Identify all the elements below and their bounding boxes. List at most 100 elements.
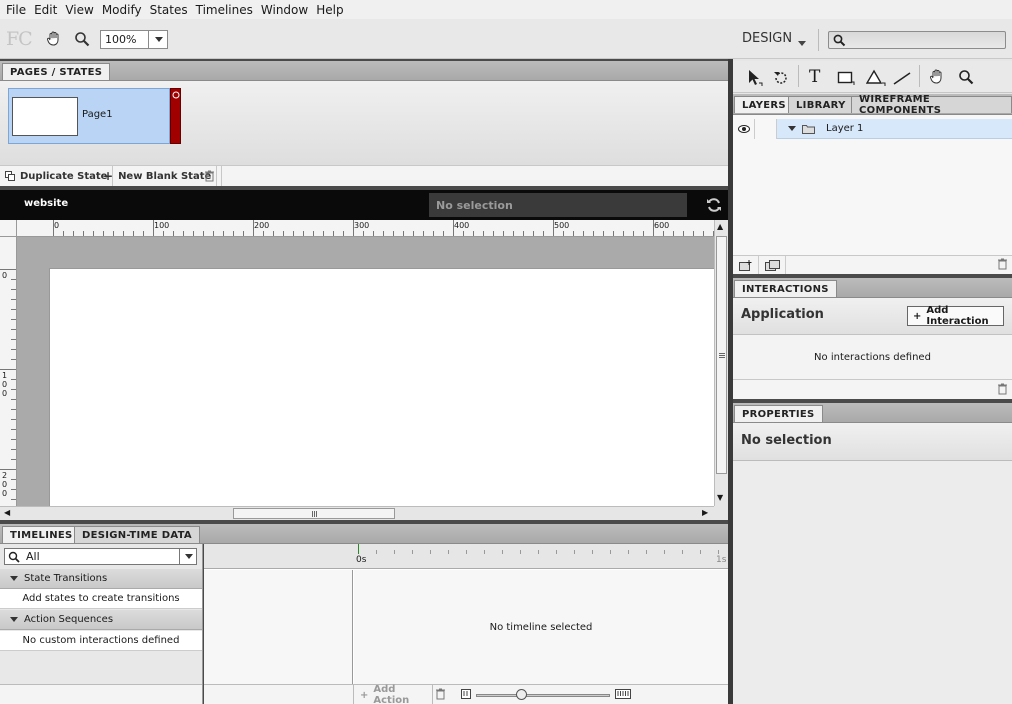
workspace-switcher[interactable]: DESIGN xyxy=(742,31,792,46)
hand-tool-icon[interactable] xyxy=(45,30,63,51)
menu-modify[interactable]: Modify xyxy=(98,3,146,17)
selection-breadcrumb: No selection xyxy=(429,193,687,217)
horizontal-scroll-thumb[interactable] xyxy=(233,508,395,519)
delete-state-button[interactable] xyxy=(198,166,222,186)
state-accent-bar[interactable] xyxy=(170,88,181,144)
duplicate-icon xyxy=(5,170,15,181)
trash-icon[interactable] xyxy=(997,258,1008,273)
timeline-filter-select[interactable]: All xyxy=(4,548,197,565)
line-tool-icon[interactable] xyxy=(893,71,911,88)
horizontal-scrollbar[interactable]: ◀ ▶ xyxy=(0,506,714,520)
trash-icon[interactable] xyxy=(997,383,1008,398)
track-labels xyxy=(204,570,353,684)
menu-states[interactable]: States xyxy=(146,3,192,17)
vertical-scroll-thumb[interactable] xyxy=(716,236,727,474)
ruler-h-label: 200 xyxy=(254,221,270,230)
folder-icon xyxy=(802,125,815,134)
design-stage[interactable] xyxy=(17,237,714,506)
menu-help[interactable]: Help xyxy=(312,3,347,17)
ruler-h-label: 500 xyxy=(554,221,570,230)
menu-file[interactable]: File xyxy=(2,3,30,17)
select-tool-icon[interactable] xyxy=(747,69,763,90)
menu-bar: File Edit View Modify States Timelines W… xyxy=(0,0,1012,19)
tab-wireframe-components[interactable]: WIREFRAME COMPONENTS xyxy=(851,94,1012,116)
zoom-dropdown-icon[interactable] xyxy=(148,30,168,49)
ruler-h-label: 300 xyxy=(354,221,370,230)
layer-row[interactable]: Layer 1 xyxy=(733,119,1012,139)
search-icon xyxy=(8,551,20,563)
triangle-tool-icon[interactable] xyxy=(865,69,886,90)
refresh-icon[interactable] xyxy=(705,196,723,217)
menu-edit[interactable]: Edit xyxy=(30,3,61,17)
vertical-scrollbar[interactable]: ▲ ▼ xyxy=(714,220,728,506)
transform-tool-icon[interactable] xyxy=(773,70,789,89)
add-action-label: Add Action xyxy=(373,684,410,704)
timeline-zoom-slider[interactable] xyxy=(476,694,610,697)
timeline-zoom-handle[interactable] xyxy=(516,689,527,700)
timelines-list: All State Transitions Add states to crea… xyxy=(0,544,203,704)
trash-icon xyxy=(205,170,214,182)
artboard[interactable] xyxy=(50,269,714,506)
duplicate-state-button[interactable]: Duplicate State xyxy=(0,166,114,186)
vertical-ruler: 0 100 200 xyxy=(0,237,17,506)
playhead[interactable] xyxy=(358,544,359,554)
chevron-down-icon[interactable] xyxy=(179,549,197,564)
tab-pages-states[interactable]: PAGES / STATES xyxy=(2,63,111,80)
properties-selection: No selection xyxy=(741,433,832,448)
menu-timelines[interactable]: Timelines xyxy=(192,3,257,17)
properties-tabstrip: PROPERTIES xyxy=(733,403,1012,423)
state-thumbnail[interactable]: Page1 xyxy=(8,88,170,144)
menu-window[interactable]: Window xyxy=(257,3,312,17)
menu-view[interactable]: View xyxy=(61,3,97,17)
lock-toggle[interactable] xyxy=(755,119,777,139)
scroll-up-icon[interactable]: ▲ xyxy=(717,222,723,231)
tools-divider xyxy=(798,65,799,87)
panel-separator[interactable] xyxy=(733,274,1012,278)
text-tool-icon[interactable]: T xyxy=(809,67,820,87)
zoom-out-timeline-icon[interactable] xyxy=(461,689,471,702)
thumb-grip xyxy=(312,511,313,517)
timeline-track-area: 0s 1s No timeline selected + Add Action xyxy=(204,544,728,704)
hand-tool-icon[interactable] xyxy=(928,68,946,89)
interactions-panel: INTERACTIONS Application + Add Interacti… xyxy=(733,278,1012,399)
state-preview xyxy=(12,97,78,136)
new-sublayer-icon[interactable] xyxy=(759,256,786,274)
tab-design-time-data[interactable]: DESIGN-TIME DATA xyxy=(74,526,200,543)
ruler-corner xyxy=(0,220,17,237)
state-transitions-header[interactable]: State Transitions xyxy=(0,569,202,589)
interactions-button-bar xyxy=(733,379,1012,399)
tab-layers[interactable]: LAYERS xyxy=(734,96,794,113)
no-timeline-message: No timeline selected xyxy=(354,570,728,684)
rectangle-tool-icon[interactable] xyxy=(837,70,855,89)
eye-icon[interactable] xyxy=(733,119,755,139)
tab-properties[interactable]: PROPERTIES xyxy=(734,405,823,422)
right-column: T LAYERS LIBRARY WIREFRAME COMPONENTS La… xyxy=(733,59,1012,704)
tab-timelines[interactable]: TIMELINES xyxy=(2,526,81,543)
new-layer-icon[interactable] xyxy=(733,256,759,274)
layer-selected-bg: Layer 1 xyxy=(777,119,1012,139)
add-interaction-label: Add Interaction xyxy=(926,305,989,327)
add-action-button[interactable]: + Add Action xyxy=(353,684,433,704)
trash-icon[interactable] xyxy=(435,688,446,703)
interaction-target: Application xyxy=(741,307,824,322)
collapse-arrow-icon xyxy=(10,576,18,581)
action-sequences-header[interactable]: Action Sequences xyxy=(0,610,202,630)
scroll-down-icon[interactable]: ▼ xyxy=(717,493,723,502)
main-toolbar: FC 100% DESIGN xyxy=(0,19,1012,59)
layers-panel: LAYERS LIBRARY WIREFRAME COMPONENTS Laye… xyxy=(733,94,1012,274)
zoom-tool-icon[interactable] xyxy=(74,31,90,50)
zoom-in-timeline-icon[interactable] xyxy=(615,689,631,702)
panel-separator[interactable] xyxy=(733,399,1012,403)
tab-interactions[interactable]: INTERACTIONS xyxy=(734,280,837,297)
states-strip: Page1 xyxy=(0,81,728,165)
collapse-arrow-icon xyxy=(10,617,18,622)
scroll-right-icon[interactable]: ▶ xyxy=(702,508,708,517)
tools-divider xyxy=(919,65,920,87)
timelines-footer xyxy=(0,684,202,704)
tab-library[interactable]: LIBRARY xyxy=(788,96,854,113)
search-input[interactable] xyxy=(828,31,1006,49)
zoom-tool-icon[interactable] xyxy=(958,69,974,88)
scroll-left-icon[interactable]: ◀ xyxy=(4,508,10,517)
add-interaction-button[interactable]: + Add Interaction xyxy=(907,305,1004,327)
workspace-dropdown-icon[interactable] xyxy=(798,36,806,49)
